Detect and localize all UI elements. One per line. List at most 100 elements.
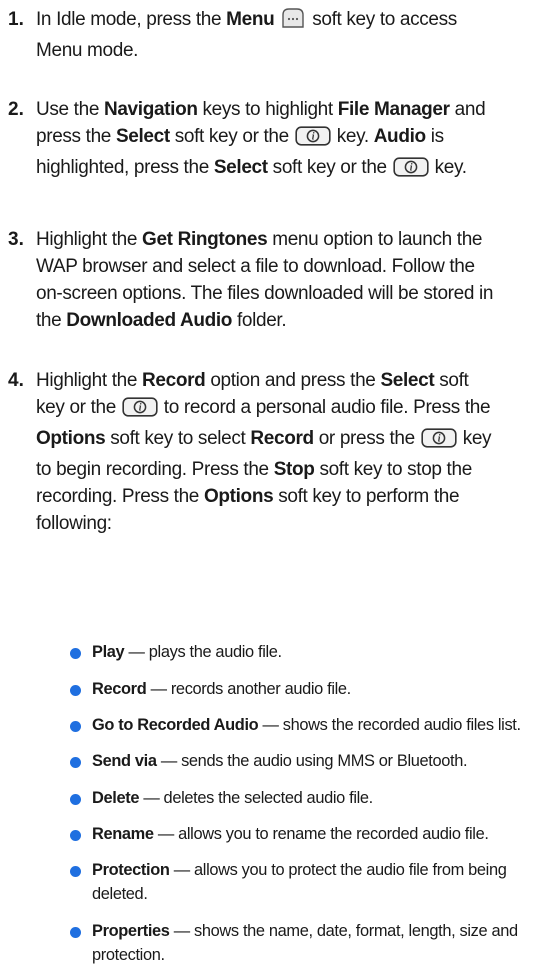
bullet-description: — allows you to rename the recorded audi… <box>153 825 489 843</box>
bullet-term: Play <box>92 643 125 661</box>
step-text-run: soft key to access <box>307 9 457 30</box>
key-term: Navigation <box>103 99 198 120</box>
bullet-text: Go to Recorded Audio — shows the recorde… <box>92 713 538 737</box>
step-text-run: WAP browser and select a file to downloa… <box>36 256 475 277</box>
step-line: press the Select soft key or the i key. … <box>36 123 533 154</box>
step-text-run: Menu mode. <box>36 40 139 61</box>
key-term: Stop <box>273 459 315 480</box>
step-text-run <box>274 9 279 30</box>
bullet-term: Delete <box>92 789 140 807</box>
step-line: Options soft key to select Record or pre… <box>36 425 533 456</box>
bullet-text: Record — records another audio file. <box>92 677 538 701</box>
key-term: File Manager <box>337 99 450 120</box>
step-text: Use the Navigation keys to highlight Fil… <box>36 96 533 185</box>
step-text-run: soft key to select <box>105 428 251 449</box>
bullet-text: Play — plays the audio file. <box>92 640 538 664</box>
key-term: Get Ringtones <box>142 229 268 250</box>
ok-key-icon: i <box>393 157 429 185</box>
bullet-term: Properties <box>92 922 170 940</box>
step-text-run: recording. Press the <box>36 486 204 507</box>
bullet-description: — deletes the selected audio file. <box>139 789 373 807</box>
step-text-run: key. <box>429 157 467 178</box>
step-text-run: soft key or the <box>169 126 294 147</box>
step-text: In Idle mode, press the Menu soft key to… <box>36 6 533 64</box>
bullet-description: — shows the recorded audio files list. <box>258 716 522 734</box>
step-text-run: Use the <box>36 99 104 120</box>
step-text-run: key <box>457 428 492 449</box>
step-line: Highlight the Get Ringtones menu option … <box>36 226 533 253</box>
step-text-run: folder. <box>232 310 287 331</box>
bullet-dot-icon <box>70 830 81 841</box>
key-term: Audio <box>373 126 426 147</box>
step-text-run: soft key or the <box>267 157 392 178</box>
step-text-run: menu option to launch the <box>267 229 483 250</box>
step-text-run: is <box>425 126 444 147</box>
bullet-term: Protection <box>92 861 170 879</box>
step-text-run: keys to highlight <box>197 99 338 120</box>
step-text-run: Highlight the <box>36 370 143 391</box>
step-number: 1. <box>8 9 24 30</box>
step-line: on-screen options. The files downloaded … <box>36 280 533 307</box>
step-line: recording. Press the Options soft key to… <box>36 483 533 510</box>
bullet-dot-icon <box>70 721 81 732</box>
key-term: Select <box>380 370 435 391</box>
step-text-run: In Idle mode, press the <box>36 9 227 30</box>
bullet-text: Rename — allows you to rename the record… <box>92 822 538 846</box>
step-number: 3. <box>8 229 24 250</box>
bullet-dot-icon <box>70 794 81 805</box>
step-text-run: soft <box>434 370 469 391</box>
bullet-dot-icon <box>70 648 81 659</box>
step-line: highlighted, press the Select soft key o… <box>36 154 533 185</box>
step-text-run: soft key to perform the <box>273 486 460 507</box>
bullet-dot-icon <box>70 757 81 768</box>
bullet-term: Send via <box>92 752 157 770</box>
step-text-run: the <box>36 310 67 331</box>
bullet-description: — plays the audio file. <box>124 643 283 661</box>
step-number: 2. <box>8 99 24 120</box>
step-line: key or the i to record a personal audio … <box>36 394 533 425</box>
step-line: WAP browser and select a file to downloa… <box>36 253 533 280</box>
key-term: Record <box>142 370 206 391</box>
key-term: Options <box>36 428 106 449</box>
bullet-text: Send via — sends the audio using MMS or … <box>92 749 538 773</box>
bullet-text: Properties — shows the name, date, forma… <box>92 919 538 967</box>
key-term: Record <box>250 428 314 449</box>
step-line: Highlight the Record option and press th… <box>36 367 533 394</box>
step-text-run: key. <box>331 126 374 147</box>
step-text-run: soft key to stop the <box>314 459 472 480</box>
ok-key-icon: i <box>421 428 457 456</box>
step-text-run: and <box>449 99 486 120</box>
step-text-run: following: <box>36 513 112 534</box>
step-text-run: Highlight the <box>36 229 143 250</box>
step-text-run: to begin recording. Press the <box>36 459 274 480</box>
step-text-run: key or the <box>36 397 121 418</box>
step-text-run: to record a personal audio file. Press t… <box>158 397 491 418</box>
step-line: to begin recording. Press the Stop soft … <box>36 456 533 483</box>
step-text-run: press the <box>36 126 116 147</box>
step-text-run: option and press the <box>205 370 381 391</box>
ok-key-icon: i <box>295 126 331 154</box>
step-text: Highlight the Get Ringtones menu option … <box>36 226 533 334</box>
menu-key-icon <box>280 7 306 37</box>
bullet-text: Protection — allows you to protect the a… <box>92 858 538 906</box>
bullet-term: Record <box>92 680 147 698</box>
key-term: Menu <box>226 9 275 30</box>
bullet-term: Rename <box>92 825 154 843</box>
step-line: following: <box>36 510 533 537</box>
step-line: In Idle mode, press the Menu soft key to… <box>36 6 533 37</box>
key-term: Downloaded Audio <box>66 310 233 331</box>
bullet-dot-icon <box>70 685 81 696</box>
step-line: the Downloaded Audio folder. <box>36 307 533 334</box>
bullet-description: — sends the audio using MMS or Bluetooth… <box>156 752 468 770</box>
ok-key-icon: i <box>122 397 158 425</box>
step-number: 4. <box>8 370 24 391</box>
step-text-run: or press the <box>313 428 420 449</box>
bullet-term: Go to Recorded Audio <box>92 716 259 734</box>
key-term: Select <box>115 126 170 147</box>
bullet-dot-icon <box>70 927 81 938</box>
key-term: Select <box>213 157 268 178</box>
key-term: Options <box>203 486 274 507</box>
bullet-description: — records another audio file. <box>146 680 352 698</box>
step-line: Menu mode. <box>36 37 533 64</box>
bullet-dot-icon <box>70 866 81 877</box>
